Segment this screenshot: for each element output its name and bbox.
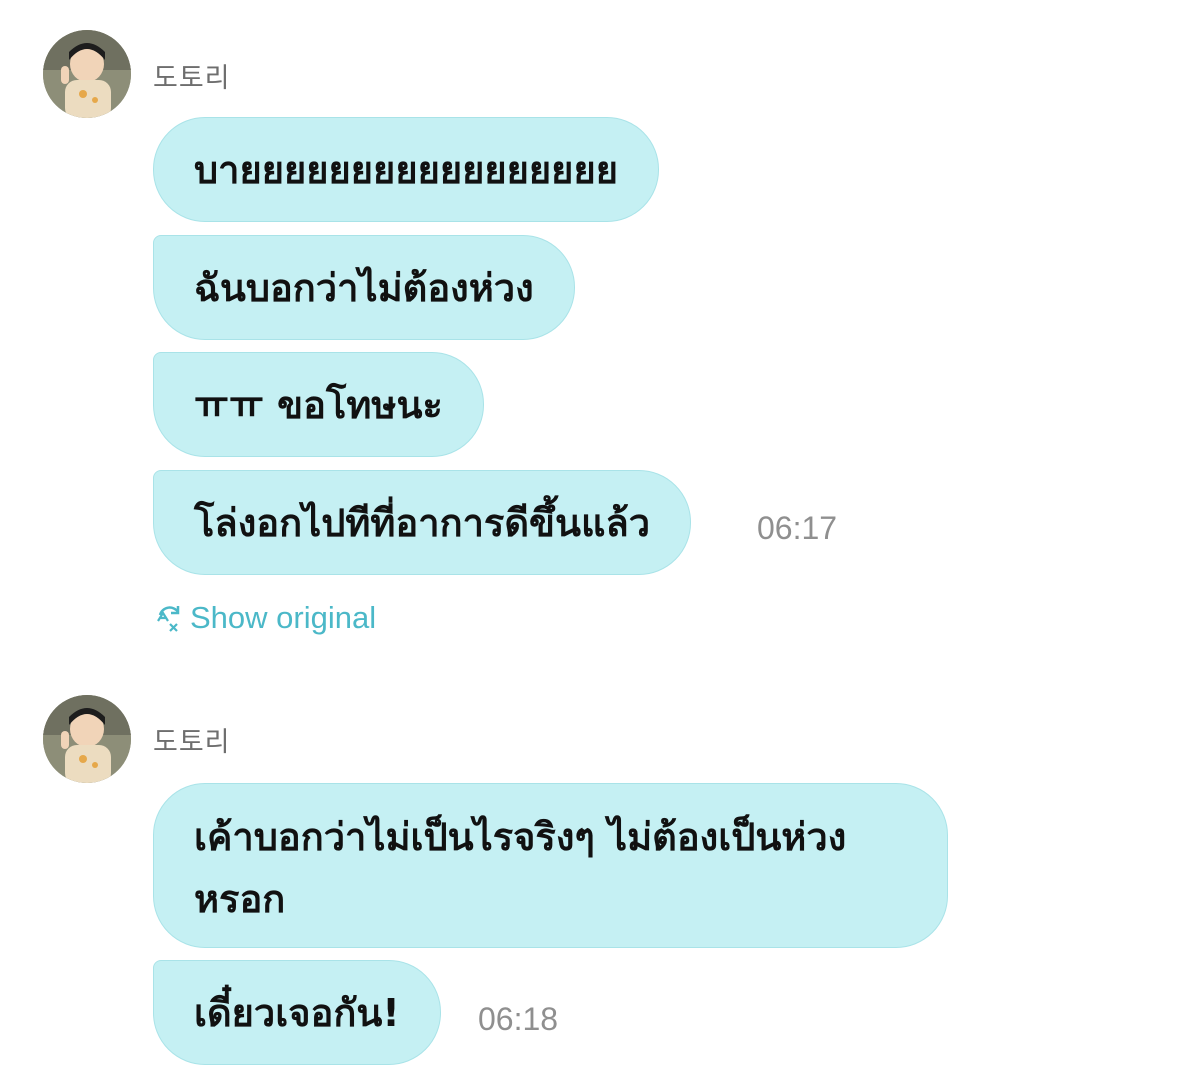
sender-avatar[interactable] bbox=[43, 30, 131, 118]
sender-name: 도토리 bbox=[153, 727, 231, 758]
message-bubble[interactable]: ฉันบอกว่าไม่ต้องห่วง bbox=[153, 235, 575, 340]
message-bubble[interactable]: เค้าบอกว่าไม่เป็นไรจริงๆ ไม่ต้องเป็นห่วง… bbox=[153, 783, 948, 948]
message-bubble[interactable]: เดี๋ยวเจอกัน! bbox=[153, 960, 441, 1065]
show-original-link[interactable]: Show original bbox=[154, 600, 376, 636]
message-timestamp: 06:18 bbox=[478, 1001, 559, 1037]
sender-avatar[interactable] bbox=[43, 695, 131, 783]
message-bubble[interactable]: โล่งอกไปทีที่อาการดีขึ้นแล้ว bbox=[153, 470, 692, 575]
translate-icon bbox=[154, 603, 184, 633]
avatar-photo bbox=[43, 695, 131, 783]
message-timestamp: 06:17 bbox=[757, 510, 838, 546]
message-bubble[interactable]: ㅠㅠ ขอโทษนะ bbox=[153, 352, 484, 457]
show-original-label: Show original bbox=[190, 600, 377, 635]
sender-name: 도토리 bbox=[153, 63, 231, 94]
avatar-photo bbox=[43, 30, 131, 118]
message-bubble[interactable]: บายยยยยยยยยยยยยยยยย bbox=[153, 117, 659, 222]
